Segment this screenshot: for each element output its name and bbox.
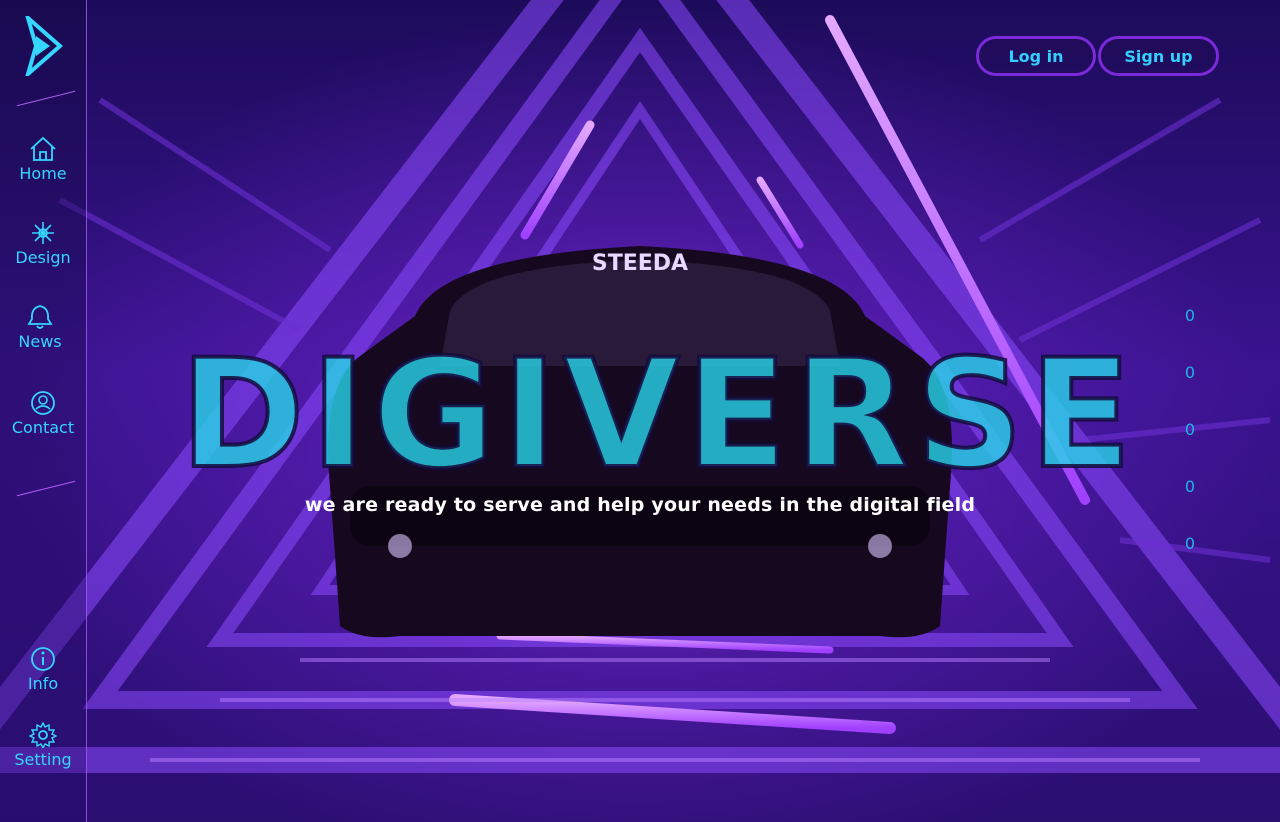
login-button[interactable]: Log in xyxy=(976,36,1096,76)
sidebar: Home Design News Contact Info Setting xyxy=(0,0,87,822)
sidebar-item-label: Design xyxy=(15,248,71,267)
sidebar-item-label: News xyxy=(18,332,62,351)
sidebar-item-setting[interactable]: Setting xyxy=(0,722,86,769)
gear-icon xyxy=(29,722,57,748)
slide-counter[interactable]: 0 xyxy=(1180,306,1200,325)
hero-title: DIGIVERSE xyxy=(178,328,1138,502)
sidebar-item-home[interactable]: Home xyxy=(0,136,86,183)
sidebar-divider xyxy=(16,90,76,107)
car-windshield-text: STEEDA xyxy=(592,251,688,276)
sidebar-item-news[interactable]: News xyxy=(0,304,83,351)
home-icon xyxy=(30,136,56,161)
slide-counter[interactable]: 0 xyxy=(1180,534,1200,553)
sidebar-item-label: Info xyxy=(27,674,59,693)
sidebar-item-label: Home xyxy=(19,164,67,183)
hero-tagline: we are ready to serve and help your need… xyxy=(304,494,976,516)
signup-button[interactable]: Sign up xyxy=(1098,36,1219,76)
brand-logo-icon[interactable] xyxy=(24,16,64,76)
contact-icon xyxy=(31,391,55,415)
sidebar-item-contact[interactable]: Contact xyxy=(0,390,86,437)
info-icon xyxy=(31,647,55,671)
sidebar-item-label: Contact xyxy=(11,418,75,437)
sidebar-item-info[interactable]: Info xyxy=(0,646,86,693)
sidebar-item-design[interactable]: Design xyxy=(0,220,86,267)
bell-icon xyxy=(27,305,53,329)
sidebar-item-label: Setting xyxy=(14,750,72,769)
slide-counter[interactable]: 0 xyxy=(1180,477,1200,496)
slide-counter[interactable]: 0 xyxy=(1180,420,1200,439)
design-icon xyxy=(32,222,54,244)
slide-counter[interactable]: 0 xyxy=(1180,363,1200,382)
